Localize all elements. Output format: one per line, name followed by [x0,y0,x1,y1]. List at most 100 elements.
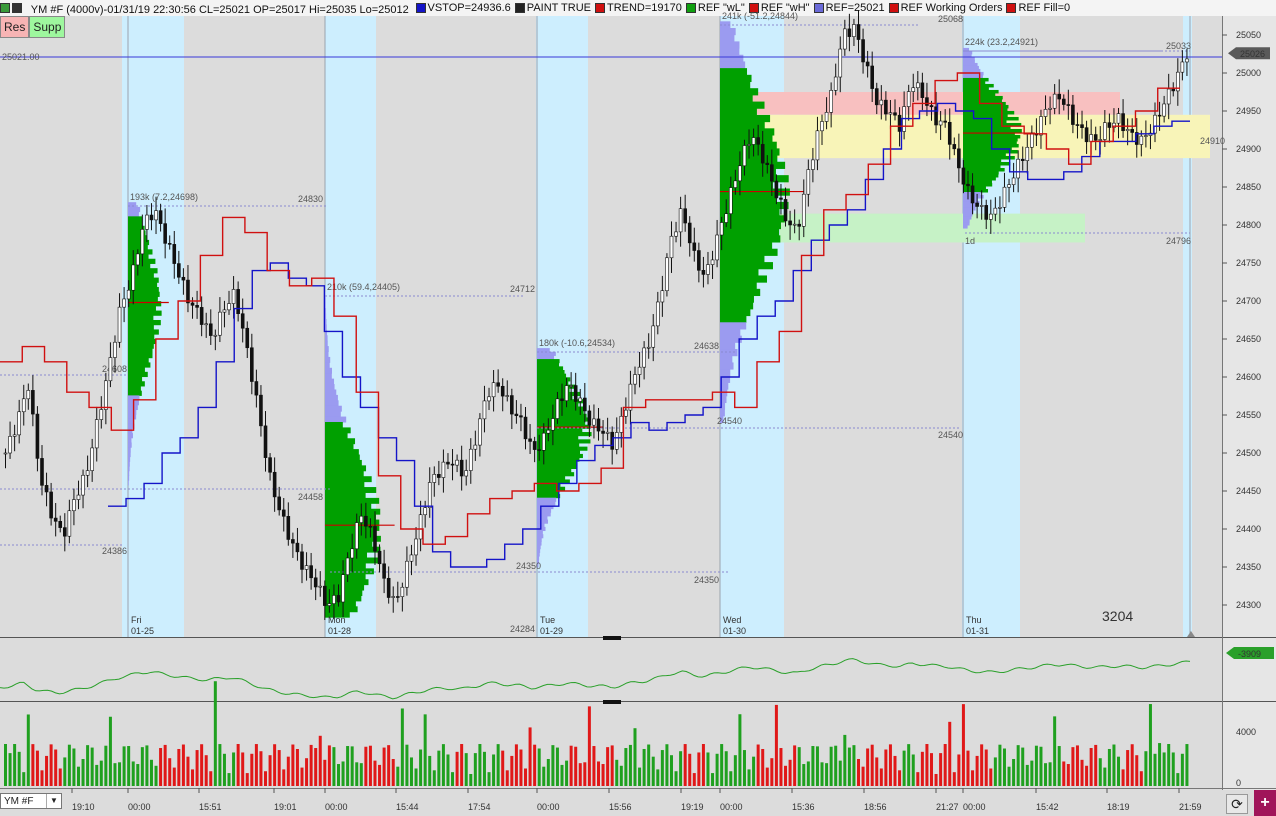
add-icon[interactable]: + [1254,790,1276,816]
candle-body [199,307,204,325]
level-label: 24830 [298,194,323,204]
candle-body [1016,158,1020,179]
candle-body [432,474,437,483]
candle-body [596,418,601,432]
profile-bar [720,68,748,76]
volume-bar [300,767,304,786]
profile-bar [720,228,780,236]
candle-body [268,457,272,473]
candle-body [345,557,350,575]
volume-bar [943,744,947,786]
session-day-label: Wed [723,615,741,625]
profile-bar [325,459,362,466]
candle-body [852,24,856,37]
candle-body [523,416,528,440]
candle-body [26,390,31,400]
volume-bar [592,746,596,786]
profile-bar [720,355,733,363]
candle-body [783,199,788,222]
volume-bar [227,773,231,786]
session-day-label: Thu [966,615,982,625]
profile-bar [720,61,746,69]
supp-button[interactable]: Supp [29,16,66,38]
volume-bar [460,744,464,786]
profile-bar [325,373,332,380]
profile-bar [325,497,380,504]
volume-bar [1158,743,1162,786]
volume-bar [1185,744,1189,786]
volume-bar [916,772,920,786]
profile-bar [963,86,989,91]
candle-body [884,99,888,115]
candle-body [660,290,665,303]
profile-bar [963,113,1008,118]
volume-bar [1080,759,1084,786]
candle-body [364,515,368,527]
volume-bar [688,753,692,786]
volume-bar [17,751,21,786]
candle-body [31,390,35,415]
profile-bar [963,222,970,226]
profile-bar [128,329,159,335]
volume-bar [1025,764,1029,786]
candle-body [829,90,833,113]
volume-bar [195,750,199,786]
profile-bar [325,308,327,315]
profile-bar [128,352,153,359]
level-label: 24910 [1200,136,1225,146]
profile-bar [963,95,1003,100]
candle-body [838,48,843,78]
candle-body [12,434,17,437]
candle-body [592,418,596,426]
profile-bar [537,468,572,473]
volume-bar [86,745,90,786]
candle-body [473,444,478,450]
volume-bar [679,751,683,786]
candle-body [254,381,259,396]
candle-body [583,397,587,412]
volume-bar [907,744,911,786]
chevron-down-icon[interactable]: ▼ [46,794,61,808]
refresh-icon[interactable]: ⟳ [1226,794,1248,814]
candle-body [1116,113,1121,124]
volume-bar [382,747,386,786]
candle-body [195,305,199,308]
symbol-select[interactable]: YM #F ▼ [0,793,62,809]
profile-bar [128,320,161,326]
volume-bar [578,763,582,786]
volume-bar [58,768,62,786]
candle-body [614,432,619,450]
candle-body [843,28,847,50]
volume-bar [765,767,769,786]
volume-bar [847,747,851,786]
candle-body [227,303,231,311]
profile-bar [963,204,976,208]
profile-bar [720,315,747,323]
candle-body [341,574,345,603]
candle-body [715,234,719,261]
volume-bar [455,751,459,786]
volume-bar [104,745,108,786]
candle-body [145,214,149,230]
volume-bar [122,746,126,786]
candle-body [669,235,674,259]
profile-bar [128,442,132,448]
candle-body [405,560,409,588]
candle-body [108,357,113,382]
candle-body [537,449,542,451]
profile-bar [325,524,380,531]
profile-bar [128,343,154,349]
volume-bar [1126,750,1130,786]
profile-bar [325,351,329,358]
volume-bar [26,714,30,786]
volume-bar [720,744,724,786]
candle-body [177,263,181,278]
chart-canvas[interactable]: 25050 25000 24950 24900 24850 24800 24750 24700… [0,0,1276,816]
profile-bar [325,297,326,304]
volume-bar [920,751,924,786]
profile-bar [720,88,759,96]
res-button[interactable]: Res [0,16,30,38]
profile-bar [720,208,780,216]
volume-bar [346,746,350,786]
candle-body [633,374,637,385]
